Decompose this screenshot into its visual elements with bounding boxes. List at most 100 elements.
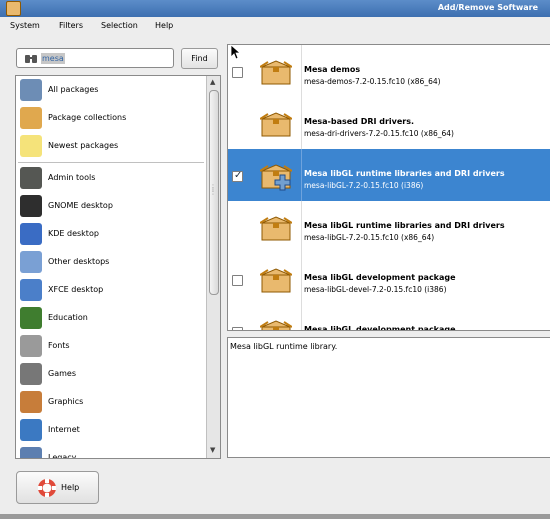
category-item[interactable]: Legacy — [16, 444, 204, 459]
package-name: Mesa libGL development package — [304, 325, 456, 331]
package-box-icon — [260, 164, 292, 191]
category-label: Fonts — [48, 341, 70, 350]
help-label: Help — [61, 483, 80, 492]
find-button[interactable]: Find — [181, 48, 218, 69]
package-list: Mesa demos mesa-demos-7.2-0.15.fc10 (x86_… — [227, 44, 550, 331]
package-icon-cell — [250, 201, 302, 253]
package-row[interactable]: Mesa libGL development package — [228, 305, 550, 331]
category-item[interactable]: Newest packages — [16, 132, 204, 160]
gnome-icon — [20, 195, 42, 217]
package-icon-cell — [250, 97, 302, 149]
package-icon-cell — [250, 45, 302, 97]
category-list: All packages Package collections Newest pa… — [15, 75, 221, 459]
fonts-icon — [20, 335, 42, 357]
package-checkbox[interactable] — [232, 275, 243, 286]
package-name: Mesa libGL development package — [304, 273, 456, 282]
category-label: Other desktops — [48, 257, 110, 266]
search-bar: mesa Find — [0, 44, 225, 70]
category-item[interactable]: Admin tools — [16, 164, 204, 192]
category-label: Package collections — [48, 113, 127, 122]
package-version: mesa-libGL-7.2-0.15.fc10 (i386) — [304, 181, 424, 190]
all-packages-icon — [20, 79, 42, 101]
package-box-icon — [260, 112, 292, 137]
package-name: Mesa-based DRI drivers. — [304, 117, 415, 126]
package-row[interactable]: Mesa-based DRI drivers. mesa-dri-drivers-… — [228, 97, 550, 149]
package-version: mesa-demos-7.2-0.15.fc10 (x86_64) — [304, 77, 441, 86]
category-item[interactable]: Education — [16, 304, 204, 332]
window-frame-bottom — [0, 514, 550, 519]
help-button[interactable]: Help — [16, 471, 99, 504]
package-checkbox[interactable] — [232, 170, 243, 182]
category-label: Internet — [48, 425, 80, 434]
package-name: Mesa libGL runtime libraries and DRI dri… — [304, 169, 505, 178]
search-text: mesa — [41, 53, 65, 64]
lifebuoy-icon — [38, 479, 56, 497]
menu-selection[interactable]: Selection — [101, 21, 138, 30]
menu-bar: System Filters Selection Help — [0, 17, 550, 34]
package-name: Mesa demos — [304, 65, 361, 74]
category-item[interactable]: KDE desktop — [16, 220, 204, 248]
other-desktops-icon — [20, 251, 42, 273]
category-item[interactable]: Graphics — [16, 388, 204, 416]
package-box-icon — [260, 268, 292, 293]
lightbulb-icon — [20, 135, 42, 157]
mouse-pointer-icon — [230, 44, 242, 60]
package-box-icon — [260, 216, 292, 241]
description-text: Mesa libGL runtime library. — [230, 342, 338, 351]
window-title: Add/Remove Software — [437, 3, 538, 12]
category-label: GNOME desktop — [48, 201, 113, 210]
graphics-icon — [20, 391, 42, 413]
category-label: Admin tools — [48, 173, 96, 182]
package-icon-cell — [250, 253, 302, 305]
category-separator — [18, 162, 204, 163]
education-icon — [20, 307, 42, 329]
category-item[interactable]: Package collections — [16, 104, 204, 132]
category-label: Games — [48, 369, 76, 378]
scroll-up-icon[interactable]: ▲ — [210, 78, 215, 86]
category-item[interactable]: XFCE desktop — [16, 276, 204, 304]
title-bar: Add/Remove Software — [0, 0, 550, 17]
category-scrollbar[interactable]: ▲ ▼ — [206, 76, 220, 458]
package-icon-cell — [250, 149, 302, 201]
menu-help[interactable]: Help — [155, 21, 173, 30]
package-row[interactable]: Mesa demos mesa-demos-7.2-0.15.fc10 (x86_… — [228, 45, 550, 97]
category-item[interactable]: GNOME desktop — [16, 192, 204, 220]
category-item[interactable]: Fonts — [16, 332, 204, 360]
package-version: mesa-libGL-devel-7.2-0.15.fc10 (i386) — [304, 285, 447, 294]
binoculars-icon — [25, 55, 37, 63]
category-label: KDE desktop — [48, 229, 99, 238]
menu-system[interactable]: System — [10, 21, 40, 30]
category-label: All packages — [48, 85, 99, 94]
package-checkbox[interactable] — [232, 327, 243, 330]
category-label: Newest packages — [48, 141, 119, 150]
category-item[interactable]: Internet — [16, 416, 204, 444]
package-icon — [6, 1, 21, 16]
pane-resize-grip[interactable]: ⋮ ⋮ — [209, 184, 217, 200]
scroll-down-icon[interactable]: ▼ — [210, 446, 215, 454]
search-input[interactable]: mesa — [16, 48, 174, 68]
admin-tools-icon — [20, 167, 42, 189]
internet-icon — [20, 419, 42, 441]
category-item[interactable]: Games — [16, 360, 204, 388]
description-panel: Mesa libGL runtime library. — [227, 337, 550, 458]
package-box-icon — [260, 320, 292, 330]
package-row[interactable]: Mesa libGL runtime libraries and DRI dri… — [228, 149, 550, 201]
package-version: mesa-dri-drivers-7.2-0.15.fc10 (x86_64) — [304, 129, 454, 138]
kde-icon — [20, 223, 42, 245]
package-box-icon — [260, 60, 292, 85]
legacy-icon — [20, 447, 42, 458]
package-collections-icon — [20, 107, 42, 129]
package-icon-cell — [250, 305, 302, 330]
menu-filters[interactable]: Filters — [59, 21, 83, 30]
category-item[interactable]: Other desktops — [16, 248, 204, 276]
package-row[interactable]: Mesa libGL runtime libraries and DRI dri… — [228, 201, 550, 253]
games-icon — [20, 363, 42, 385]
package-row[interactable]: Mesa libGL development package mesa-libGL… — [228, 253, 550, 305]
category-label: Legacy — [48, 453, 77, 459]
category-label: Education — [48, 313, 88, 322]
category-label: Graphics — [48, 397, 84, 406]
category-label: XFCE desktop — [48, 285, 104, 294]
package-name: Mesa libGL runtime libraries and DRI dri… — [304, 221, 505, 230]
category-item[interactable]: All packages — [16, 76, 204, 104]
package-checkbox[interactable] — [232, 67, 243, 78]
